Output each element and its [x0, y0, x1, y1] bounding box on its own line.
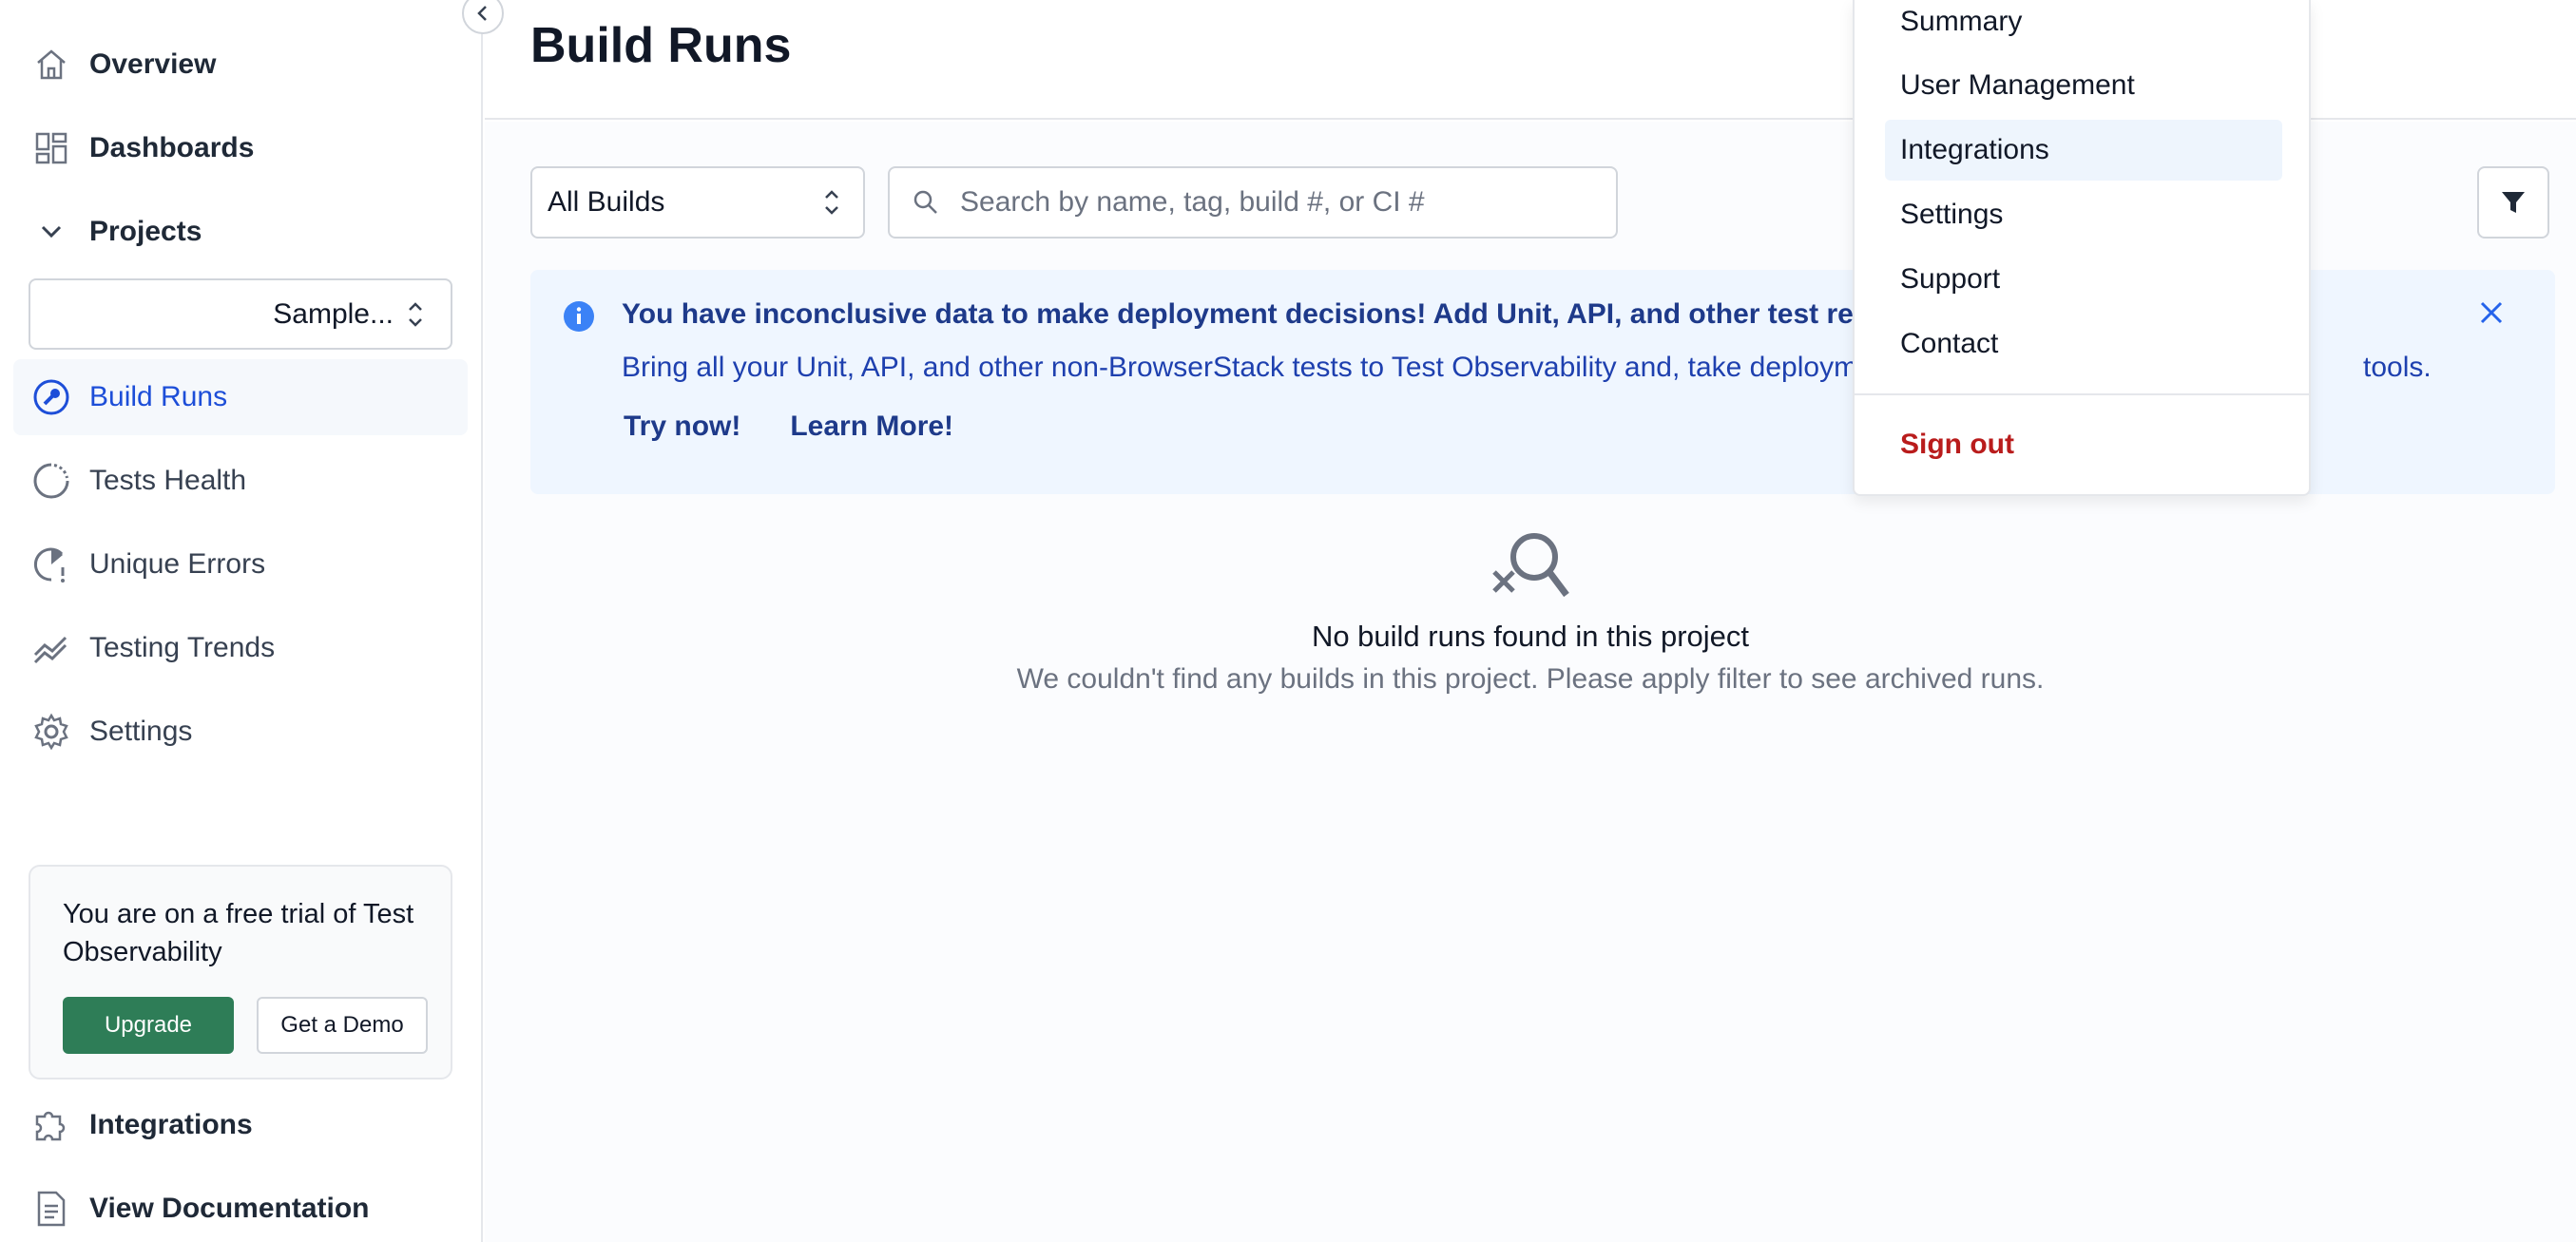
sidebar-item-label: Integrations: [89, 1109, 253, 1140]
sidebar-item-dashboards[interactable]: Dashboards: [13, 110, 468, 186]
banner-body-tail: tools.: [2363, 352, 2432, 383]
sidebar-item-settings[interactable]: Settings: [13, 694, 468, 770]
trial-card: You are on a free trial of Test Observab…: [29, 865, 452, 1080]
builds-select-value: All Builds: [548, 186, 665, 218]
empty-state: No build runs found in this project We c…: [485, 530, 2576, 696]
banner-body: Bring all your Unit, API, and other non-…: [622, 352, 2432, 384]
sidebar-item-label: Unique Errors: [89, 548, 266, 580]
sidebar: Overview Dashboards Projects Sample... B…: [0, 0, 504, 1242]
sidebar-item-label: Build Runs: [89, 381, 228, 412]
trend-icon: [13, 628, 89, 668]
menu-item-user-management[interactable]: User Management: [1885, 55, 2282, 116]
empty-state-title: No build runs found in this project: [1311, 620, 1750, 653]
search-icon: [913, 190, 937, 214]
chevron-updown-icon: [407, 298, 424, 331]
sidebar-item-label: Dashboards: [89, 132, 255, 163]
puzzle-icon: [13, 1105, 89, 1145]
unique-errors-icon: [13, 545, 89, 584]
document-icon: [13, 1189, 89, 1229]
empty-state-subtitle: We couldn't find any builds in this proj…: [1016, 663, 2045, 695]
builds-filter-select[interactable]: All Builds: [530, 166, 865, 239]
banner-body-text: Bring all your Unit, API, and other non-…: [622, 352, 1858, 383]
search-box[interactable]: [888, 166, 1618, 239]
sidebar-item-label: Overview: [89, 48, 217, 80]
menu-divider: [1855, 393, 2309, 395]
sidebar-item-overview[interactable]: Overview: [13, 27, 468, 103]
filter-icon: [2502, 192, 2525, 213]
chevron-down-icon: [13, 217, 89, 247]
sidebar-item-view-documentation[interactable]: View Documentation: [13, 1171, 468, 1242]
chevron-updown-icon: [823, 185, 840, 220]
info-icon: [563, 300, 595, 337]
gear-icon: [13, 712, 89, 752]
account-dropdown-menu: Summary User Management Integrations Set…: [1853, 0, 2311, 496]
menu-item-support[interactable]: Support: [1885, 249, 2282, 310]
page-title: Build Runs: [530, 18, 792, 73]
trial-text: You are on a free trial of Test Observab…: [63, 899, 414, 967]
sidebar-item-label: View Documentation: [89, 1193, 370, 1224]
home-icon: [13, 46, 89, 84]
chevron-left-icon: [477, 6, 487, 21]
sidebar-item-testing-trends[interactable]: Testing Trends: [13, 610, 468, 686]
sidebar-item-tests-health[interactable]: Tests Health: [13, 443, 468, 519]
search-input[interactable]: [960, 186, 1568, 219]
project-select-value: Sample...: [273, 297, 394, 330]
project-select[interactable]: Sample...: [29, 278, 452, 350]
sidebar-item-unique-errors[interactable]: Unique Errors: [13, 526, 468, 602]
sidebar-item-projects[interactable]: Projects: [13, 194, 468, 270]
filter-button[interactable]: [2477, 166, 2549, 239]
menu-item-contact[interactable]: Contact: [1885, 314, 2282, 374]
tests-health-icon: [13, 461, 89, 501]
menu-item-summary[interactable]: Summary: [1885, 0, 2282, 52]
try-now-link[interactable]: Try now!: [624, 411, 740, 443]
search-not-found-icon: [485, 530, 2576, 601]
get-demo-button[interactable]: Get a Demo: [257, 997, 428, 1054]
banner-title: You have inconclusive data to make deplo…: [622, 298, 1946, 330]
close-banner-button[interactable]: [2477, 298, 2506, 332]
sidebar-item-label: Projects: [89, 216, 202, 247]
dashboard-icon: [13, 129, 89, 167]
sidebar-item-label: Testing Trends: [89, 632, 276, 663]
menu-item-settings[interactable]: Settings: [1885, 184, 2282, 245]
menu-item-sign-out[interactable]: Sign out: [1885, 414, 2282, 475]
build-runs-icon: [13, 377, 89, 417]
sidebar-item-label: Tests Health: [89, 465, 247, 496]
close-icon: [2480, 301, 2503, 324]
sidebar-item-build-runs[interactable]: Build Runs: [13, 359, 468, 435]
sidebar-item-label: Settings: [89, 716, 193, 747]
menu-item-integrations[interactable]: Integrations: [1885, 120, 2282, 181]
learn-more-link[interactable]: Learn More!: [790, 411, 953, 443]
sidebar-item-integrations[interactable]: Integrations: [13, 1087, 468, 1163]
upgrade-button[interactable]: Upgrade: [63, 997, 234, 1054]
